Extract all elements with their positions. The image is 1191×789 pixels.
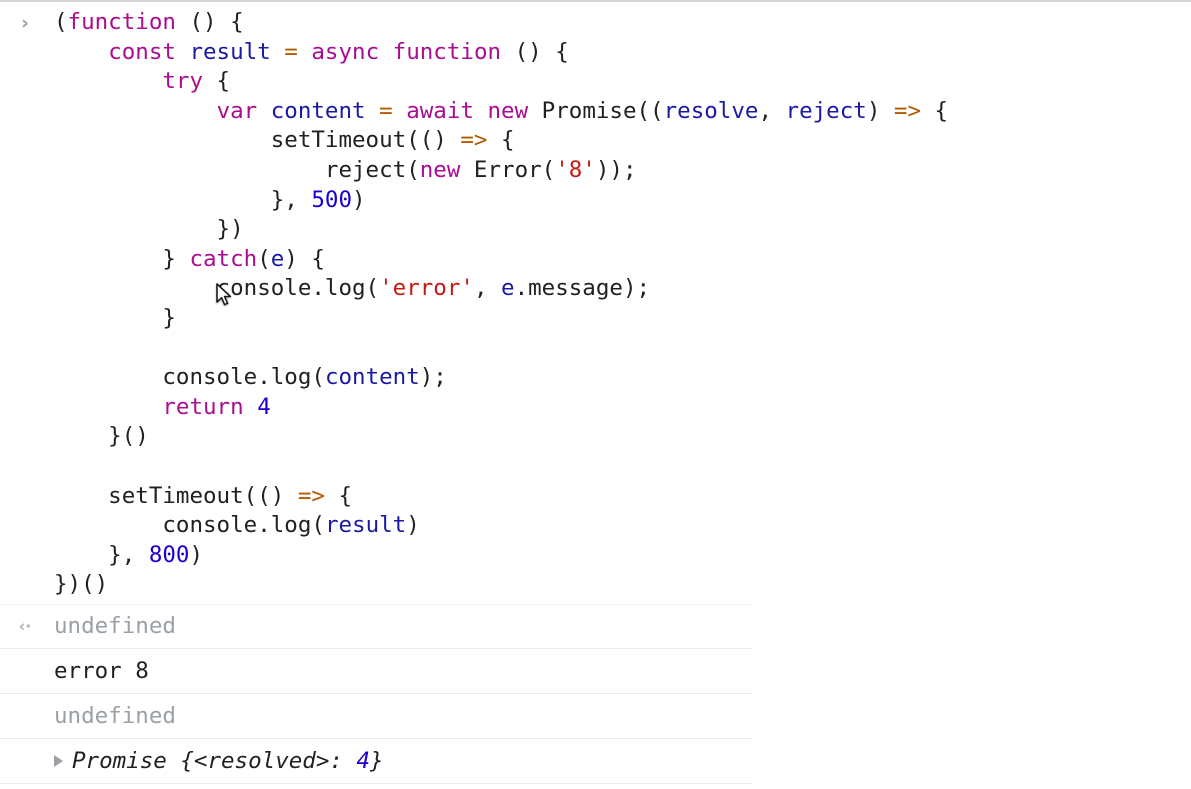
code-token: e	[501, 275, 515, 302]
chevron-right-icon: ›	[21, 12, 29, 34]
code-token: await	[406, 97, 474, 124]
output-text: error 8	[54, 658, 149, 685]
output-text: undefined	[54, 703, 176, 730]
console-log-error-8[interactable]: error 8	[0, 649, 1191, 694]
code-token: function	[67, 9, 176, 35]
code-token: content	[324, 364, 420, 391]
code-token: setTimeout(()	[54, 127, 461, 154]
code-token: try	[162, 68, 204, 95]
code-token: new	[419, 156, 461, 183]
code-token: catch	[189, 245, 258, 272]
code-token: return	[162, 393, 244, 420]
code-token: reject	[785, 97, 867, 124]
code-token: ,	[473, 275, 502, 302]
code-token: (	[54, 9, 68, 35]
console-result-undefined[interactable]: ‹· undefined	[0, 603, 1191, 649]
console-input-expression[interactable]: (function () { const result = async func…	[0, 8, 1191, 600]
code-token: })()	[54, 571, 109, 598]
code-token: new	[487, 97, 529, 124]
code-token: () {	[501, 38, 569, 65]
code-token: },	[54, 541, 149, 568]
code-token: console.log(	[54, 275, 380, 302]
chevron-left-return-icon: ‹·	[18, 616, 32, 636]
code-token: })	[54, 216, 244, 243]
code-token: =>	[460, 127, 488, 154]
code-token: content	[270, 97, 366, 124]
code-token: )	[189, 541, 204, 568]
code-token: ));	[595, 156, 637, 183]
code-token: {	[921, 97, 949, 124]
code-token: )	[866, 97, 894, 124]
code-token: )	[406, 512, 420, 539]
console-input-group[interactable]: › (function () { const result = async fu…	[0, 2, 1191, 604]
code-token: );	[419, 364, 447, 391]
console-output-list: ‹· undefined error 8 undefined Promise {<res…	[0, 603, 1191, 784]
code-token: {	[324, 482, 353, 509]
code-token: setTimeout(()	[54, 482, 298, 509]
code-token: }()	[54, 423, 149, 450]
code-token: resolve	[663, 97, 759, 124]
devtools-console-panel[interactable]: › (function () { const result = async fu…	[0, 0, 1191, 789]
code-token: }	[54, 245, 190, 272]
object-preview-prefix: Promise {<resolved>:	[72, 748, 357, 775]
console-log-promise[interactable]: Promise {<resolved>: 4}	[0, 739, 1191, 784]
code-token: reject(	[54, 156, 420, 183]
code-token: }	[54, 304, 176, 331]
code-token: {	[203, 68, 231, 95]
code-token: )	[352, 186, 366, 213]
code-token: =	[284, 38, 298, 65]
code-token: const	[108, 38, 176, 65]
code-token: var	[216, 97, 258, 124]
code-token: async function	[311, 38, 502, 65]
code-token: Error(	[460, 156, 556, 183]
code-token: '8'	[555, 156, 596, 183]
code-token: result	[189, 38, 271, 65]
promise-object-preview[interactable]: Promise {<resolved>: 4}	[54, 750, 384, 773]
code-token: ) {	[284, 245, 325, 272]
code-token: 'error'	[379, 275, 474, 302]
code-token: result	[324, 512, 407, 539]
object-preview-suffix: }	[370, 748, 384, 775]
disclosure-triangle-icon[interactable]	[54, 755, 63, 768]
code-token: console.log(	[54, 512, 325, 539]
code-token: =>	[893, 97, 921, 124]
code-token: 4	[257, 393, 271, 420]
output-text: undefined	[54, 613, 176, 640]
object-preview-value: 4	[356, 748, 371, 775]
code-token: {	[487, 127, 515, 154]
code-token: .message);	[514, 275, 651, 302]
code-token: 500	[311, 186, 353, 213]
code-token: 800	[148, 541, 190, 568]
code-token: Promise((	[528, 97, 664, 124]
code-token: ,	[758, 97, 786, 124]
code-token: =	[379, 97, 393, 124]
code-token: () {	[175, 9, 244, 35]
console-log-undefined[interactable]: undefined	[0, 694, 1191, 739]
code-token: =>	[297, 482, 325, 509]
code-token: },	[54, 186, 312, 213]
code-token: e	[270, 245, 285, 272]
code-token: console.log(	[54, 364, 325, 391]
code-token: (	[257, 245, 271, 272]
